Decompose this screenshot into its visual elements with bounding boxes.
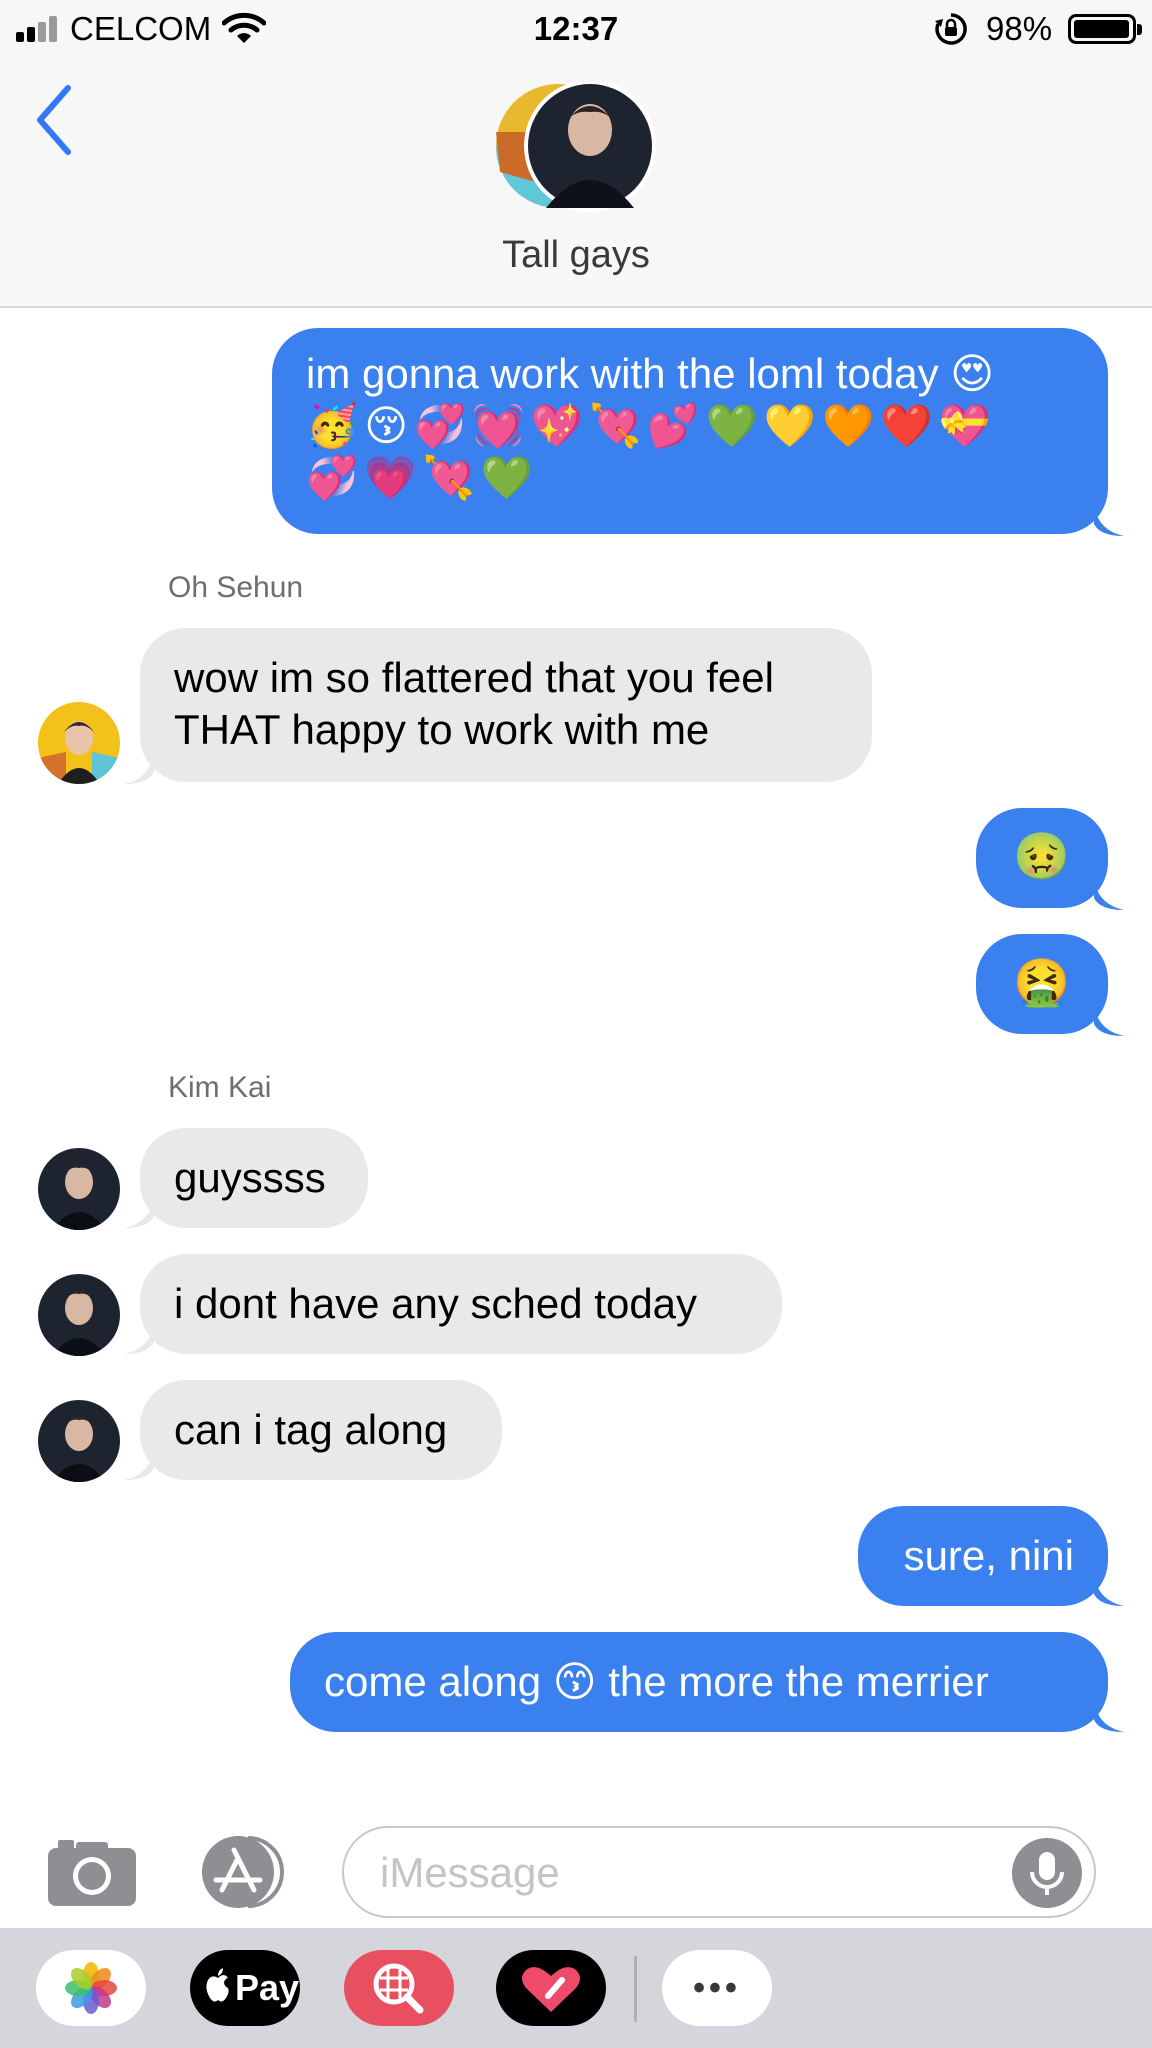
bubble-tail <box>124 1446 154 1480</box>
sender-name: Kim Kai <box>168 1071 272 1104</box>
message-emoji-line: 💞💗💘💚 <box>306 453 540 502</box>
battery-level-fill <box>1074 20 1129 38</box>
image-search-app-button[interactable] <box>344 1950 454 2026</box>
drawer-divider <box>634 1956 637 2022</box>
group-avatar[interactable] <box>496 82 656 212</box>
battery-icon <box>1068 14 1142 44</box>
bubble-tail <box>1094 1572 1124 1606</box>
conversation-header: Tall gays <box>0 60 1152 308</box>
message-text-line: guyssss <box>174 1154 326 1201</box>
apple-pay-app-button[interactable]: Pay <box>190 1950 300 2026</box>
bubble-tail <box>124 1194 154 1228</box>
rotation-lock-icon <box>935 13 967 45</box>
bubble-tail <box>124 1320 154 1354</box>
message-emoji: 🤢 <box>1013 829 1071 883</box>
message-emoji: 🤮 <box>1013 955 1071 1009</box>
camera-icon[interactable] <box>46 1836 138 1908</box>
sender-name: Oh Sehun <box>168 571 304 604</box>
bubble-tail <box>1094 1698 1124 1732</box>
message-text-line: wow im so flattered that you feel <box>174 654 774 701</box>
apple-pay-label: Pay <box>234 1967 300 2008</box>
avatar[interactable] <box>38 702 120 784</box>
more-apps-button[interactable]: ••• <box>662 1950 772 2026</box>
message-text-line: THAT happy to work with me <box>174 706 710 753</box>
bubble-tail <box>1094 502 1124 536</box>
status-bar: CELCOM 12:37 98% <box>0 0 1152 60</box>
message-bubble-outgoing[interactable]: 🤢 <box>976 808 1108 908</box>
message-text-line: sure, nini <box>903 1532 1074 1579</box>
message-bubble-outgoing[interactable]: 🤮 <box>976 934 1108 1034</box>
message-bubble-outgoing[interactable]: im gonna work with the loml today 😍 🥳😚💞💓… <box>272 328 1108 534</box>
battery-percentage: 98% <box>986 10 1053 47</box>
microphone-button[interactable] <box>1012 1838 1082 1908</box>
app-store-icon[interactable] <box>196 1834 292 1910</box>
photos-icon <box>65 1962 117 2014</box>
message-input-placeholder: iMessage <box>380 1849 560 1896</box>
photos-app-button[interactable] <box>36 1950 146 2026</box>
message-bubble-incoming[interactable]: i dont have any sched today <box>140 1254 782 1354</box>
message-bubble-incoming[interactable]: can i tag along <box>140 1380 502 1480</box>
bubble-tail <box>1094 876 1124 910</box>
message-bubble-outgoing[interactable]: come along 😙 the more the merrier <box>290 1632 1108 1732</box>
message-input[interactable]: iMessage <box>342 1826 1096 1918</box>
back-chevron-icon[interactable] <box>30 80 80 160</box>
bubble-tail <box>1094 1002 1124 1036</box>
message-text-line: im gonna work with the loml today 😍 <box>306 350 995 397</box>
avatar[interactable] <box>38 1400 120 1482</box>
message-bubble-incoming[interactable]: guyssss <box>140 1128 368 1228</box>
message-bubble-incoming[interactable]: wow im so flattered that you feel THAT h… <box>140 628 872 782</box>
avatar[interactable] <box>38 1274 120 1356</box>
heart-icon <box>522 1967 580 2012</box>
app-drawer: Pay ••• <box>0 1928 1152 2048</box>
message-bubble-outgoing[interactable]: sure, nini <box>858 1506 1108 1606</box>
more-dots-icon: ••• <box>693 1969 741 2007</box>
message-text-line: come along 😙 the more the merrier <box>324 1658 989 1705</box>
microphone-icon <box>1030 1852 1064 1895</box>
message-text-line: i dont have any sched today <box>174 1280 698 1327</box>
digital-touch-app-button[interactable] <box>496 1950 606 2026</box>
clock: 12:37 <box>533 10 619 47</box>
bubble-tail <box>124 750 154 784</box>
image-search-icon <box>373 1963 424 2014</box>
message-text-line: can i tag along <box>174 1406 448 1453</box>
conversation-title[interactable]: Tall gays <box>0 232 1152 278</box>
message-emoji-line: 🥳😚💞💓💖💘💕💚💛🧡❤️💝 <box>306 401 998 450</box>
avatar[interactable] <box>38 1148 120 1230</box>
